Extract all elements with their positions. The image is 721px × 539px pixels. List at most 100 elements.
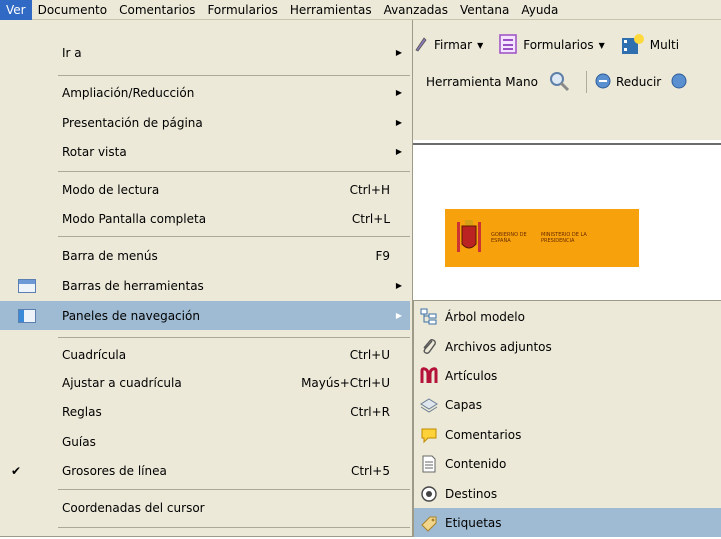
menu-bar: Ver Documento Comentarios Formularios He… — [0, 0, 721, 20]
hand-tool-label: Herramienta Mano — [426, 75, 538, 89]
menu-item-coordenadas-cursor[interactable]: Coordenadas del cursor — [0, 493, 410, 522]
menu-formularios[interactable]: Formularios — [201, 0, 283, 20]
menu-avanzadas[interactable]: Avanzadas — [378, 0, 454, 20]
chevron-right-icon: ▶ — [395, 281, 402, 290]
menu-item-label: Ajustar a cuadrícula — [62, 375, 182, 390]
ver-menu: Ir a ▶ Ampliación/Reducción ▶ Presentaci… — [0, 20, 413, 537]
tree-icon — [419, 307, 439, 327]
menu-item-label: Rotar vista — [62, 144, 127, 159]
menu-item-grosores-linea[interactable]: ✔ Grosores de línea Ctrl+5 — [0, 456, 410, 485]
toolbar-divider — [585, 71, 587, 93]
menu-shortcut: Ctrl+5 — [350, 463, 390, 478]
menu-shortcut: Ctrl+U — [349, 347, 390, 362]
menu-ayuda[interactable]: Ayuda — [515, 0, 564, 20]
menu-item-label: Cuadrícula — [62, 347, 127, 362]
menu-item-barras-herramientas[interactable]: Barras de herramientas ▶ — [0, 271, 410, 300]
submenu-item-comentarios[interactable]: Comentarios — [414, 420, 721, 449]
submenu-item-label: Destinos — [445, 486, 498, 501]
menu-item-guias[interactable]: Guías — [0, 427, 410, 456]
zoom-out-button[interactable]: Reducir — [595, 73, 661, 92]
menu-item-label: Modo Pantalla completa — [62, 211, 207, 226]
menu-divider — [58, 489, 410, 490]
submenu-item-label: Capas — [445, 397, 482, 412]
menu-item-rotar-vista[interactable]: Rotar vista ▶ — [0, 137, 410, 166]
menu-divider — [58, 75, 410, 76]
menu-shortcut: Ctrl+L — [351, 211, 390, 226]
menu-shortcut: Mayús+Ctrl+U — [301, 375, 390, 390]
chevron-right-icon: ▶ — [395, 88, 402, 97]
submenu-item-etiquetas[interactable]: Etiquetas — [414, 508, 721, 537]
multimedia-button[interactable]: Multi — [621, 33, 679, 58]
submenu-item-label: Contenido — [445, 456, 507, 471]
hand-tool-button[interactable]: Herramienta Mano — [426, 75, 538, 89]
menu-item-barra-menus[interactable]: Barra de menús F9 — [0, 241, 410, 270]
menu-item-label: Paneles de navegación — [62, 308, 200, 323]
chevron-right-icon: ▶ — [395, 118, 402, 127]
menu-ventana[interactable]: Ventana — [454, 0, 515, 20]
menu-item-label: Presentación de página — [62, 115, 203, 130]
navigation-panels-submenu: Árbol modelo Archivos adjuntos Artículos… — [413, 300, 721, 537]
submenu-item-destinos[interactable]: Destinos — [414, 479, 721, 508]
zoom-out-label: Reducir — [615, 75, 662, 89]
submenu-item-label: Artículos — [445, 368, 498, 383]
submenu-item-contenido[interactable]: Contenido — [414, 449, 721, 478]
submenu-item-label: Comentarios — [445, 427, 522, 442]
menu-comentarios[interactable]: Comentarios — [113, 0, 201, 20]
zoom-tool-icon[interactable] — [548, 70, 570, 95]
form-icon — [499, 33, 517, 57]
submenu-item-label: Árbol modelo — [445, 309, 525, 324]
submenu-item-articulos[interactable]: Artículos — [414, 361, 721, 390]
submenu-item-label: Etiquetas — [445, 515, 502, 530]
paperclip-icon — [419, 337, 439, 357]
menu-item-ir-a[interactable]: Ir a ▶ — [0, 38, 410, 67]
menu-item-modo-lectura[interactable]: Modo de lectura Ctrl+H — [0, 175, 410, 204]
menu-item-cuadricula[interactable]: Cuadrícula Ctrl+U — [0, 340, 410, 369]
content-page-icon — [419, 454, 439, 474]
tag-icon — [419, 513, 439, 533]
chevron-right-icon: ▶ — [395, 311, 402, 320]
menu-item-pantalla-completa[interactable]: Modo Pantalla completa Ctrl+L — [0, 204, 410, 233]
pen-icon — [414, 36, 428, 55]
menu-item-ajustar-cuadricula[interactable]: Ajustar a cuadrícula Mayús+Ctrl+U — [0, 368, 410, 397]
forms-button[interactable]: Formularios ▼ — [499, 33, 605, 57]
menu-divider — [58, 527, 410, 528]
chevron-down-icon: ▼ — [477, 40, 484, 50]
menu-item-label: Barra de menús — [62, 248, 158, 263]
submenu-item-capas[interactable]: Capas — [414, 390, 721, 419]
menu-item-label: Guías — [62, 434, 96, 449]
panels-icon — [17, 306, 37, 326]
menu-herramientas[interactable]: Herramientas — [284, 0, 378, 20]
gobierno-text: GOBIERNO DE ESPAÑA — [491, 232, 527, 244]
checkmark-icon: ✔ — [10, 463, 22, 478]
menu-item-label: Barras de herramientas — [62, 278, 204, 293]
menu-item-paneles-navegacion[interactable]: Paneles de navegación ▶ — [0, 301, 410, 330]
coat-of-arms-icon — [455, 218, 483, 258]
chevron-down-icon: ▼ — [598, 40, 605, 50]
multimedia-icon — [621, 33, 645, 58]
articles-icon — [419, 366, 439, 386]
plus-circle-icon[interactable] — [671, 73, 687, 92]
menu-divider — [58, 236, 410, 237]
target-icon — [419, 484, 439, 504]
chevron-right-icon: ▶ — [395, 147, 402, 156]
toolbar-row-1: Firmar ▼ Formularios ▼ Multi — [400, 29, 689, 61]
submenu-item-arbol-modelo[interactable]: Árbol modelo — [414, 302, 721, 331]
minus-circle-icon — [595, 73, 611, 92]
menu-divider — [58, 337, 410, 338]
menu-item-reglas[interactable]: Reglas Ctrl+R — [0, 397, 410, 426]
chevron-right-icon: ▶ — [395, 48, 402, 57]
menu-ver[interactable]: Ver — [0, 0, 32, 20]
ministerio-text: MINISTERIO DE LA PRESIDENCIA — [541, 232, 587, 244]
menu-item-presentacion[interactable]: Presentación de página ▶ — [0, 108, 410, 137]
sign-label: Firmar — [434, 38, 473, 52]
speech-bubble-icon — [419, 425, 439, 445]
forms-label: Formularios — [523, 38, 594, 52]
menu-item-ampliacion[interactable]: Ampliación/Reducción ▶ — [0, 78, 410, 107]
submenu-item-label: Archivos adjuntos — [445, 339, 552, 354]
menu-item-label: Modo de lectura — [62, 182, 160, 197]
submenu-item-archivos-adjuntos[interactable]: Archivos adjuntos — [414, 332, 721, 361]
menu-documento[interactable]: Documento — [32, 0, 114, 20]
multimedia-label: Multi — [649, 38, 680, 52]
menu-item-label: Ir a — [62, 45, 82, 60]
menu-shortcut: F9 — [375, 248, 390, 263]
